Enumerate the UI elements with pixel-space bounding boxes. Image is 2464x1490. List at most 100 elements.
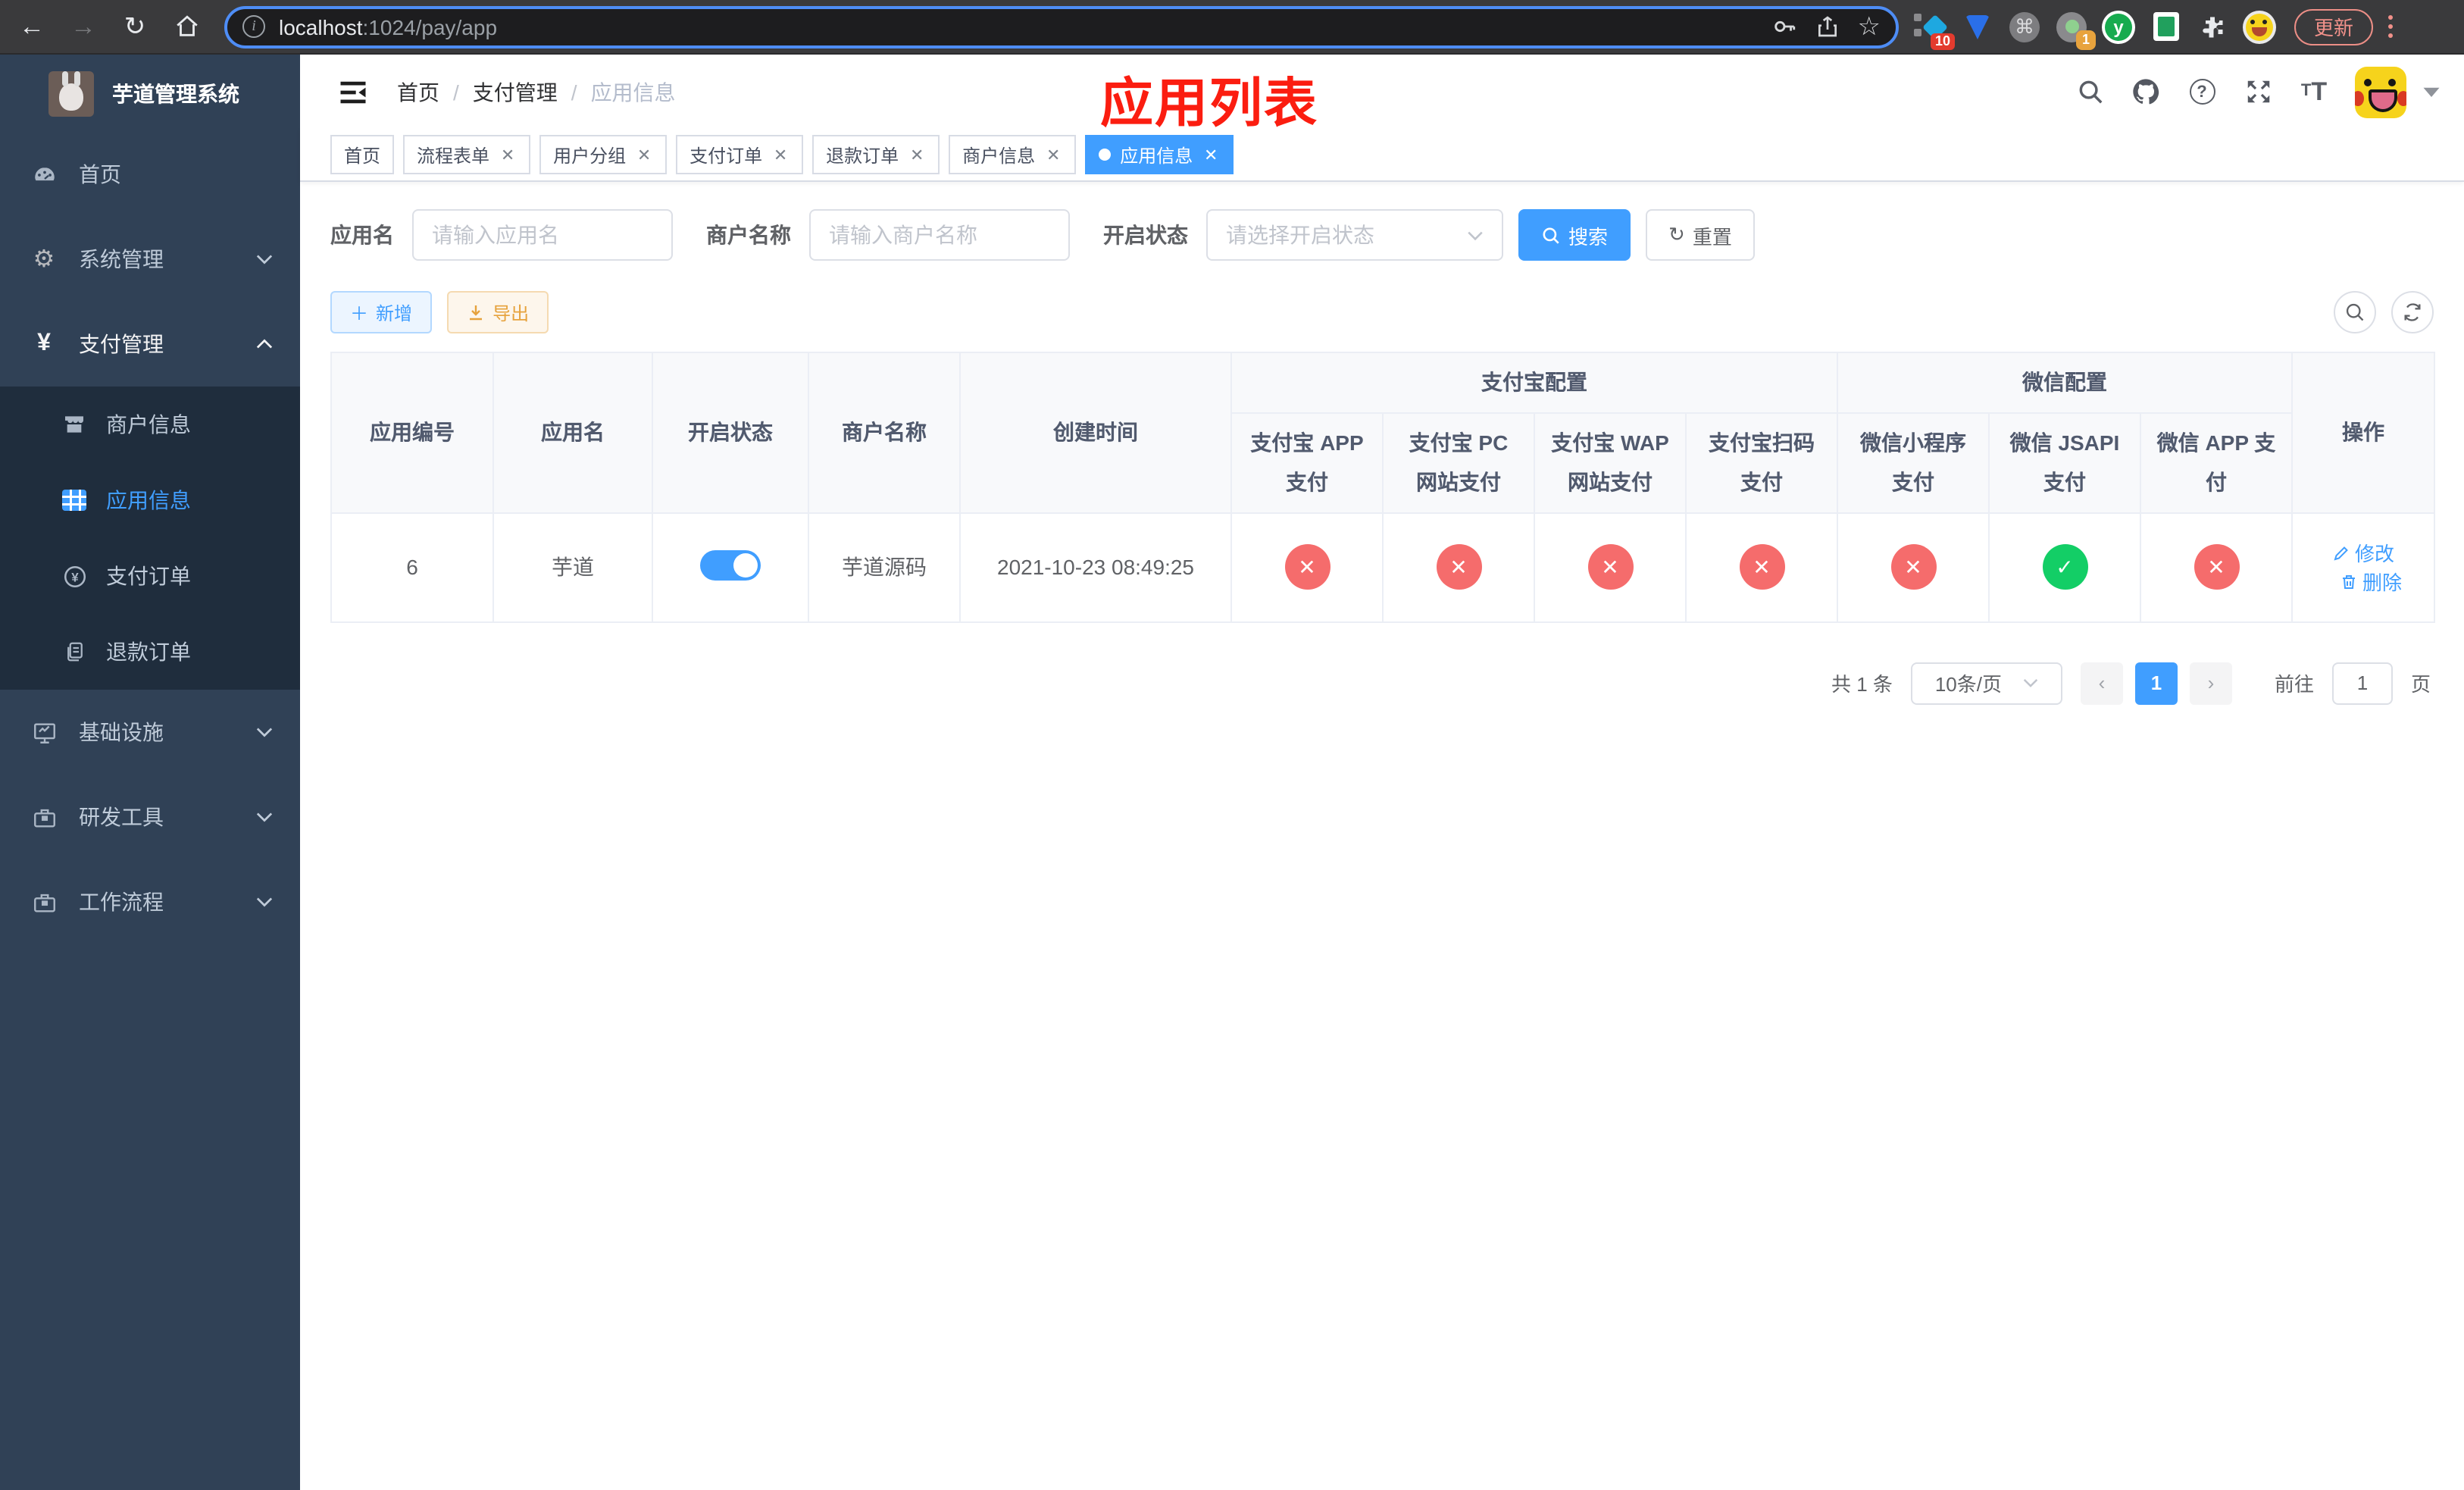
chevron-down-icon (256, 896, 273, 908)
sidebar-collapse-icon[interactable] (336, 75, 370, 108)
close-icon[interactable]: ✕ (771, 146, 790, 164)
goto-label: 前往 (2274, 673, 2314, 696)
breadcrumb-home[interactable]: 首页 (397, 77, 439, 107)
user-avatar[interactable] (2355, 66, 2406, 117)
tag-home[interactable]: 首页 (330, 135, 395, 174)
cell-merchant: 芋道源码 (808, 512, 961, 623)
prev-page-button[interactable]: ‹ (2080, 662, 2123, 705)
yen-circle-icon: ¥ (61, 562, 88, 590)
browser-update-button[interactable]: 更新 (2294, 8, 2374, 45)
dashboard-icon (30, 161, 58, 188)
fullscreen-icon[interactable] (2243, 77, 2273, 107)
document-icon (61, 638, 88, 665)
sidebar-item-home[interactable]: 首页 (0, 132, 300, 217)
goto-page-input[interactable] (2331, 662, 2393, 705)
tag-process-form[interactable]: 流程表单 ✕ (403, 135, 531, 174)
command-extension-icon[interactable]: ⌘ (2008, 10, 2041, 43)
close-icon[interactable]: ✕ (499, 146, 517, 164)
tag-view-bar: 首页 流程表单 ✕ 用户分组 ✕ 支付订单 ✕ 退款订单 ✕ 商户信息 ✕ 应用信息 ✕ (300, 129, 2464, 182)
gem-extension-icon[interactable]: 10 (1914, 10, 1955, 49)
col-wechat-mini: 微信小程序支付 (1837, 412, 1990, 514)
sidebar-item-infra[interactable]: 基础设施 (0, 690, 300, 775)
show-search-button[interactable] (2334, 291, 2376, 333)
tag-user-group[interactable]: 用户分组 ✕ (539, 135, 668, 174)
font-size-icon[interactable]: TT (2299, 77, 2329, 107)
edit-link[interactable]: 修改 (2332, 539, 2394, 568)
password-key-icon[interactable] (1771, 14, 1797, 39)
status-label: 开启状态 (1103, 223, 1188, 247)
sidebar-item-app-info[interactable]: 应用信息 (0, 462, 300, 538)
gear-icon: ⚙ (33, 247, 55, 273)
plus-icon: ＋ (350, 302, 369, 324)
cell-status (652, 512, 809, 623)
breadcrumb: 首页 / 支付管理 / 应用信息 (397, 77, 676, 107)
extensions-area: 10 ⌘ 1 y (1914, 10, 2276, 49)
page-info-icon[interactable]: i (242, 15, 265, 38)
storefront-icon (61, 411, 88, 438)
close-icon[interactable]: ✕ (635, 146, 653, 164)
sidebar-item-label: 工作流程 (79, 890, 164, 914)
page-content: 应用名 商户名称 开启状态 请选择开启状态 搜索 ↻ 重置 (300, 182, 2464, 705)
sidebar-item-refund-order[interactable]: 退款订单 (0, 614, 300, 690)
table-toolbar: ＋ 新增 导出 (330, 291, 2434, 333)
col-app-name: 应用名 (492, 352, 653, 514)
close-icon[interactable]: ✕ (1202, 146, 1220, 164)
tag-app-info-active[interactable]: 应用信息 ✕ (1085, 135, 1234, 174)
add-button[interactable]: ＋ 新增 (330, 291, 433, 333)
reset-button[interactable]: ↻ 重置 (1646, 209, 1755, 261)
user-menu-caret-icon[interactable] (2423, 86, 2440, 97)
tag-refund-order[interactable]: 退款订单 ✕ (812, 135, 940, 174)
browser-menu-icon[interactable] (2388, 15, 2394, 38)
back-icon[interactable]: ← (12, 7, 52, 46)
recorder-extension-icon[interactable]: 1 (2055, 10, 2096, 49)
col-alipay-pc: 支付宝 PC 网站支付 (1382, 412, 1535, 514)
search-button[interactable]: 搜索 (1518, 209, 1631, 261)
notes-extension-icon[interactable] (2149, 10, 2182, 43)
bookmark-star-icon[interactable]: ☆ (1858, 11, 1881, 42)
payment-submenu: 商户信息 应用信息 ¥ 支付订单 退款订单 (0, 387, 300, 690)
tag-pay-order[interactable]: 支付订单 ✕ (676, 135, 804, 174)
current-page-button[interactable]: 1 (2134, 662, 2178, 705)
sidebar-item-label: 系统管理 (79, 247, 164, 271)
sidebar-item-pay-order[interactable]: ¥ 支付订单 (0, 538, 300, 614)
extensions-puzzle-icon[interactable] (2196, 10, 2229, 43)
share-icon[interactable] (1815, 14, 1840, 39)
export-button[interactable]: 导出 (447, 291, 549, 333)
refresh-table-button[interactable] (2391, 291, 2434, 333)
svg-text:¥: ¥ (70, 569, 78, 584)
logo-rabbit-image (48, 70, 94, 116)
sidebar-item-payment[interactable]: ¥ 支付管理 (0, 302, 300, 387)
search-icon[interactable] (2075, 77, 2105, 107)
sidebar-item-label: 商户信息 (106, 412, 191, 437)
github-icon[interactable] (2131, 77, 2161, 107)
kite-extension-icon[interactable] (1961, 10, 1994, 43)
refresh-icon: ↻ (1668, 223, 1685, 246)
enabled-toggle[interactable] (700, 549, 761, 581)
forward-icon[interactable]: → (64, 7, 103, 46)
breadcrumb-payment[interactable]: 支付管理 (473, 77, 558, 107)
close-icon[interactable]: ✕ (908, 146, 926, 164)
sidebar-item-devtools[interactable]: 研发工具 (0, 775, 300, 859)
url-bar[interactable]: i localhost:1024/pay/app ☆ (224, 5, 1899, 48)
page-size-select[interactable]: 10条/页 (1910, 662, 2062, 705)
merchant-name-input[interactable] (809, 209, 1070, 261)
y-extension-icon[interactable]: y (2102, 10, 2135, 43)
app-name-input[interactable] (412, 209, 673, 261)
status-select[interactable]: 请选择开启状态 (1206, 209, 1503, 261)
tag-merchant-info[interactable]: 商户信息 ✕ (949, 135, 1077, 174)
profile-avatar-icon[interactable] (2243, 10, 2276, 43)
sidebar-item-system[interactable]: ⚙ 系统管理 (0, 217, 300, 302)
col-status: 开启状态 (652, 352, 809, 514)
alipay-qr-status-icon: ✕ (1739, 544, 1784, 590)
home-icon[interactable] (167, 7, 206, 46)
sidebar-item-workflow[interactable]: 工作流程 (0, 859, 300, 944)
topbar-icons: ? TT (2075, 66, 2440, 117)
next-page-button[interactable]: › (2189, 662, 2232, 705)
delete-link[interactable]: 删除 (2340, 568, 2402, 596)
sidebar-item-merchant-info[interactable]: 商户信息 (0, 387, 300, 462)
sidebar-logo-row[interactable]: 芋道管理系统 (0, 55, 300, 132)
reload-icon[interactable]: ↻ (115, 7, 155, 46)
help-icon[interactable]: ? (2187, 77, 2217, 107)
close-icon[interactable]: ✕ (1044, 146, 1062, 164)
sidebar-item-label: 研发工具 (79, 805, 164, 829)
